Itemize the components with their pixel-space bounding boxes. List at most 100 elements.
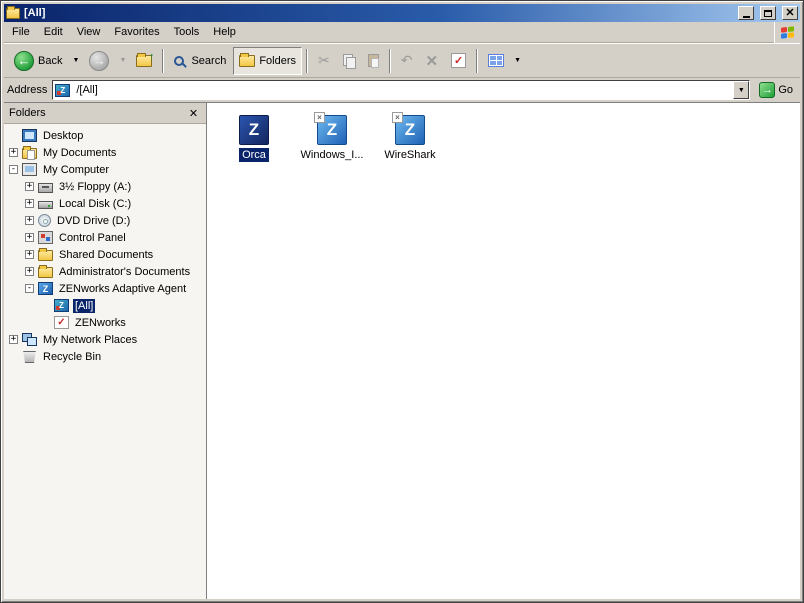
tree-item-my-documents[interactable]: + My Documents xyxy=(4,144,206,161)
tree-item-shared-documents[interactable]: + Shared Documents xyxy=(4,246,206,263)
paste-icon xyxy=(367,54,379,68)
search-icon xyxy=(174,55,185,66)
menu-tools[interactable]: Tools xyxy=(167,23,207,41)
toolbar-separator xyxy=(162,48,165,73)
tree-item-dvd-drive-d[interactable]: + DVD Drive (D:) xyxy=(4,212,206,229)
titlebar[interactable]: [All] ✕ xyxy=(4,4,800,22)
zenworks-app-icon: Z × xyxy=(314,112,347,145)
undo-icon: ↶ xyxy=(400,52,413,68)
undo-button[interactable]: ↶ xyxy=(395,47,419,75)
minimize-icon xyxy=(742,15,750,18)
expand-icon[interactable]: + xyxy=(9,148,18,157)
file-item-label: Orca xyxy=(239,148,269,162)
address-box: ▼ xyxy=(52,80,751,100)
paste-button[interactable] xyxy=(362,47,385,75)
tree-item-label: Desktop xyxy=(43,129,84,142)
window-folder-icon xyxy=(6,5,20,19)
menu-view[interactable]: View xyxy=(70,23,108,41)
tree-item-zenworks-adaptive-agent[interactable]: - ZENworks Adaptive Agent xyxy=(4,280,206,297)
cut-button[interactable]: ✂ xyxy=(312,47,336,75)
copy-icon xyxy=(342,53,356,69)
forward-button[interactable]: → xyxy=(83,47,115,75)
search-label: Search xyxy=(191,54,227,67)
back-button[interactable]: ← Back xyxy=(8,47,68,75)
zen-folder-icon xyxy=(54,299,69,312)
folders-button[interactable]: Folders xyxy=(233,46,303,75)
desktop-icon xyxy=(22,129,37,142)
my-documents-icon xyxy=(22,146,37,160)
back-dropdown[interactable]: ▼ xyxy=(69,47,82,75)
menu-items: File Edit View Favorites Tools Help xyxy=(5,26,243,38)
expand-icon[interactable]: + xyxy=(25,182,34,191)
orca-app-icon: Z xyxy=(239,115,269,145)
views-dropdown[interactable]: ▼ xyxy=(511,47,524,75)
folders-label: Folders xyxy=(259,54,297,67)
file-item-wireshark[interactable]: Z × WireShark xyxy=(373,112,447,162)
tree-item-my-computer[interactable]: - My Computer xyxy=(4,161,206,178)
collapse-icon[interactable]: - xyxy=(25,284,34,293)
menu-file[interactable]: File xyxy=(5,23,37,41)
forward-dropdown[interactable]: ▼ xyxy=(116,47,129,75)
tree-item-desktop[interactable]: Desktop xyxy=(4,127,206,144)
minimize-button[interactable] xyxy=(738,6,754,20)
content-pane[interactable]: Z Orca Z × Windows_I... Z × WireShark xyxy=(207,103,800,599)
views-button[interactable] xyxy=(482,47,510,75)
tree-item-3-floppy-a[interactable]: +3½ Floppy (A:) xyxy=(4,178,206,195)
expand-icon[interactable]: + xyxy=(25,233,34,242)
delete-button[interactable]: ✕ xyxy=(419,47,444,75)
go-button[interactable]: → Go xyxy=(755,79,797,101)
toolbar: ← Back ▼ → ▼ ↑ Search Folders ✂ ↶ ✕ ✓ ▼ xyxy=(4,43,800,78)
folders-pane: Folders ✕ Desktop + My Documents - My Comput… xyxy=(4,103,207,599)
folder-icon xyxy=(38,248,53,261)
folders-pane-header: Folders ✕ xyxy=(4,103,206,124)
address-label: Address xyxy=(7,84,48,96)
tree-item-all[interactable]: [All] xyxy=(4,297,206,314)
toolbar-separator xyxy=(306,48,309,73)
back-icon: ← xyxy=(14,50,34,71)
tree-item-label: ZENworks Adaptive Agent xyxy=(59,282,187,295)
folders-icon xyxy=(239,52,256,67)
tree-item-control-panel[interactable]: + Control Panel xyxy=(4,229,206,246)
collapse-icon[interactable]: - xyxy=(9,165,18,174)
expand-icon[interactable]: + xyxy=(25,250,34,259)
search-button[interactable]: Search xyxy=(168,47,232,75)
dvd-drive-icon xyxy=(38,214,51,227)
verify-button[interactable]: ✓ xyxy=(445,47,472,75)
close-button[interactable]: ✕ xyxy=(782,6,798,20)
menu-edit[interactable]: Edit xyxy=(37,23,70,41)
folders-pane-title: Folders xyxy=(9,107,46,119)
tree-item-recycle-bin[interactable]: Recycle Bin xyxy=(4,348,206,365)
expand-icon[interactable]: + xyxy=(25,199,34,208)
folder-tree: Desktop + My Documents - My Computer +3½ Flop… xyxy=(4,124,206,599)
up-button[interactable]: ↑ xyxy=(130,47,158,75)
tree-item-my-network-places[interactable]: + My Network Places xyxy=(4,331,206,348)
control-panel-icon xyxy=(38,231,53,244)
address-input[interactable] xyxy=(74,84,734,96)
maximize-button[interactable] xyxy=(760,6,776,20)
forward-icon: → xyxy=(89,50,110,71)
file-item-windows-i[interactable]: Z × Windows_I... xyxy=(295,112,369,162)
address-dropdown[interactable]: ▼ xyxy=(733,81,750,99)
menu-favorites[interactable]: Favorites xyxy=(107,23,166,41)
tree-item-label: Control Panel xyxy=(59,231,126,244)
tree-item-zenworks[interactable]: ZENworks xyxy=(4,314,206,331)
expand-icon[interactable]: + xyxy=(25,216,34,225)
file-item-label: WireShark xyxy=(384,149,436,161)
menubar: File Edit View Favorites Tools Help xyxy=(4,21,800,43)
folders-pane-close-icon[interactable]: ✕ xyxy=(186,106,201,120)
tree-item-label: DVD Drive (D:) xyxy=(57,214,131,227)
file-item-orca[interactable]: Z Orca xyxy=(217,115,291,162)
copy-button[interactable] xyxy=(337,47,361,75)
tree-item-local-disk-c[interactable]: + Local Disk (C:) xyxy=(4,195,206,212)
expand-icon[interactable]: + xyxy=(25,267,34,276)
close-icon: ✕ xyxy=(785,6,795,19)
window-title: [All] xyxy=(24,7,46,19)
file-item-label: Windows_I... xyxy=(300,149,364,161)
tree-item-label: My Network Places xyxy=(43,333,138,346)
menu-help[interactable]: Help xyxy=(206,23,243,41)
tree-item-administrator-s-documents[interactable]: + Administrator's Documents xyxy=(4,263,206,280)
toolbar-separator xyxy=(388,48,391,73)
expand-icon[interactable]: + xyxy=(9,335,18,344)
shortcut-overlay-icon: × xyxy=(314,112,325,123)
tree-item-label: Local Disk (C:) xyxy=(59,197,132,210)
